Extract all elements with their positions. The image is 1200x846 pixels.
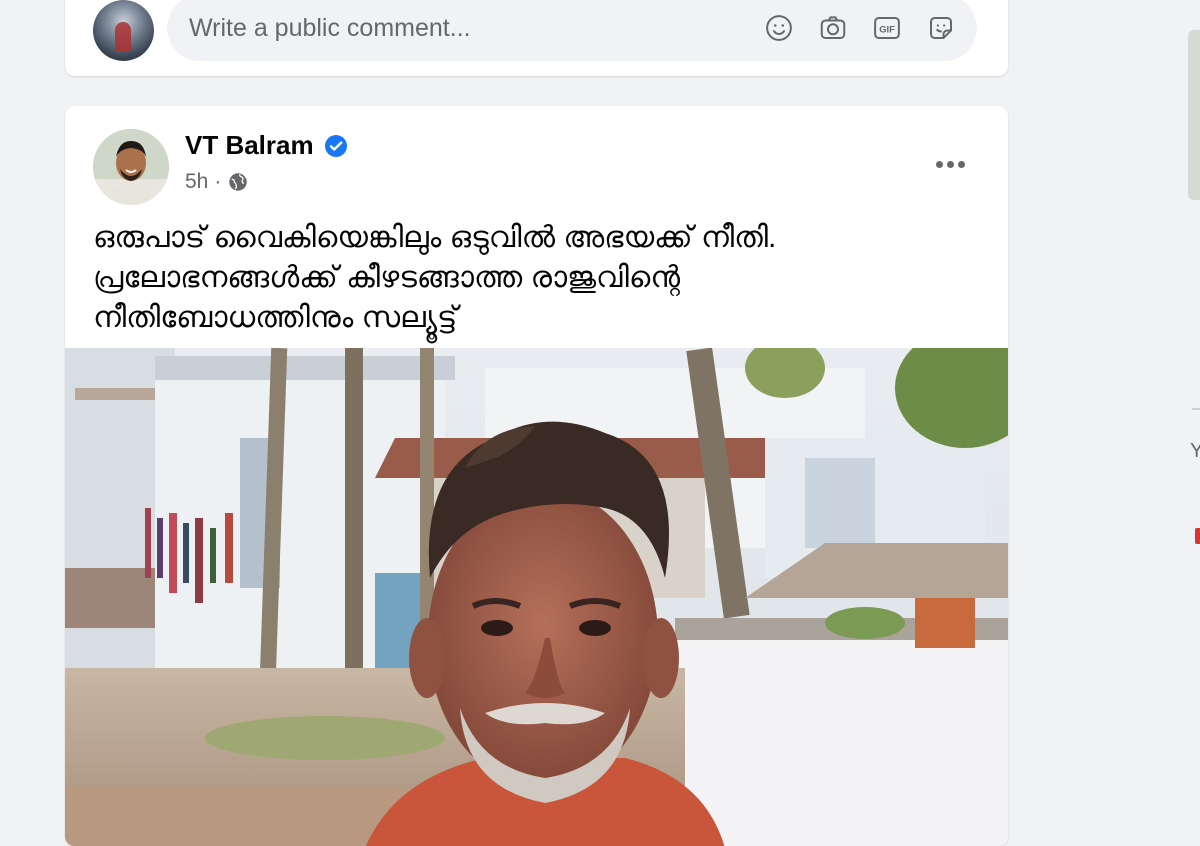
post-text: ഒരുപാട് വൈകിയെങ്കിലും ഒടുവിൽ അഭയക്ക് നീത… [93, 218, 953, 338]
comment-placeholder[interactable]: Write a public comment... [189, 14, 761, 43]
author-avatar[interactable] [93, 129, 169, 205]
post-card: VT Balram 5h · ഒരുപാട് വൈകിയെങ്കിലും ഒടു… [65, 106, 1008, 846]
post-photo[interactable] [65, 348, 1008, 846]
notification-badge [1195, 528, 1200, 544]
post-author[interactable]: VT Balram [185, 130, 348, 161]
gif-icon[interactable]: GIF [869, 10, 905, 46]
comment-composer: Write a public comment... GIF [65, 0, 1008, 76]
post-text-line: പ്രലോഭനങ്ങൾക്ക് കീഴടങ്ങാത്ത രാജുവിന്റെ [93, 261, 681, 294]
dot-icon [935, 160, 943, 168]
camera-icon[interactable] [815, 10, 851, 46]
author-name[interactable]: VT Balram [185, 130, 314, 161]
globe-icon[interactable] [227, 171, 249, 193]
right-sidebar-fragment [1188, 30, 1200, 800]
divider [1192, 408, 1200, 410]
sidebar-letter-fragment: Y [1190, 440, 1200, 462]
meta-separator: · [214, 170, 222, 193]
comment-tools: GIF [761, 10, 959, 46]
dot-icon [946, 160, 954, 168]
verified-badge-icon [324, 134, 347, 157]
post-text-line: ഒരുപാട് വൈകിയെങ്കിലും ഒടുവിൽ അഭയക്ക് നീത… [93, 221, 777, 254]
user-avatar[interactable] [93, 0, 154, 61]
more-options-button[interactable] [928, 146, 972, 182]
sticker-icon[interactable] [923, 10, 959, 46]
post-timestamp[interactable]: 5h [185, 170, 208, 194]
dot-icon [957, 160, 965, 168]
post-meta: 5h · [185, 170, 249, 194]
post-text-line: നീതിബോധത്തിനും സല്യൂട്ട് [93, 301, 458, 334]
comment-input[interactable]: Write a public comment... GIF [167, 0, 977, 61]
sidebar-image-fragment[interactable] [1188, 30, 1200, 200]
gif-label: GIF [879, 24, 895, 34]
emoji-icon[interactable] [761, 10, 797, 46]
